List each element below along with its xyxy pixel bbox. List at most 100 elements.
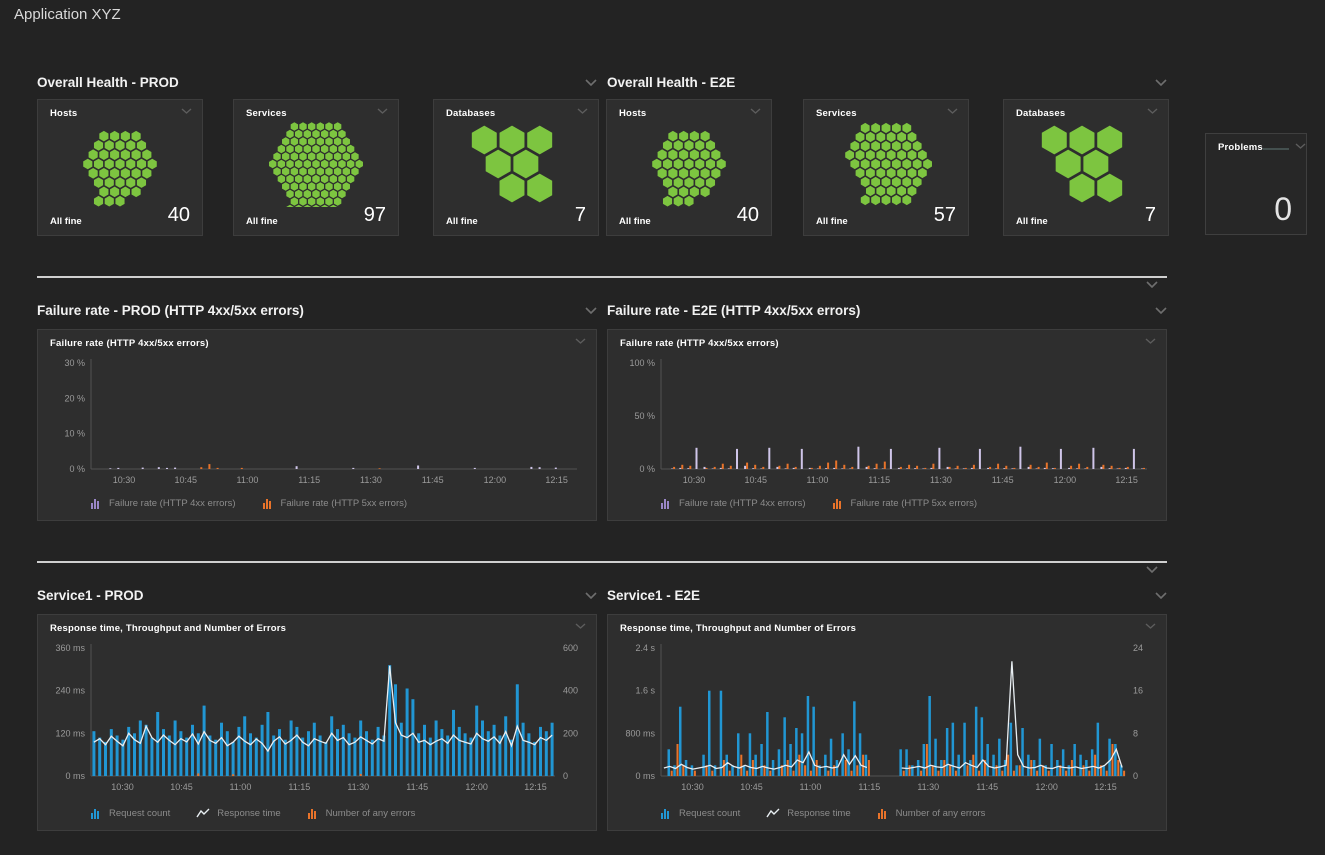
chart-tile-failure-prod[interactable]: Failure rate (HTTP 4xx/5xx errors) 0 %10… xyxy=(37,329,597,521)
tile-title: Hosts xyxy=(50,108,77,119)
legend-item-5xx[interactable]: Failure rate (HTTP 5xx errors) xyxy=(832,497,978,509)
svg-text:11:00: 11:00 xyxy=(229,782,251,792)
svg-text:11:00: 11:00 xyxy=(807,475,829,485)
svg-text:360 ms: 360 ms xyxy=(55,643,85,653)
status-label: All fine xyxy=(816,216,848,227)
tile-services-e2e[interactable]: Services All fine 57 xyxy=(803,99,969,236)
status-label: All fine xyxy=(1016,216,1048,227)
legend-item-4xx[interactable]: Failure rate (HTTP 4xx errors) xyxy=(660,497,806,509)
chevron-down-icon[interactable] xyxy=(1145,623,1156,629)
chevron-down-icon[interactable] xyxy=(1147,108,1158,114)
legend-label: Failure rate (HTTP 5xx errors) xyxy=(851,498,978,509)
service-chart-e2e[interactable]: 0 ms800 ms1.6 s2.4 s08162410:3010:4511:0… xyxy=(615,636,1159,804)
legend-item-response-time[interactable]: Response time xyxy=(766,807,850,819)
section-title-service-e2e: Service1 - E2E xyxy=(607,588,700,603)
chevron-down-icon[interactable] xyxy=(585,307,597,314)
legend-item-request-count[interactable]: Request count xyxy=(90,807,170,819)
svg-text:12:00: 12:00 xyxy=(1054,475,1077,485)
tile-services-prod[interactable]: Services All fine 97 xyxy=(233,99,399,236)
honeycomb-databases xyxy=(1011,121,1161,207)
chevron-down-icon[interactable] xyxy=(947,108,958,114)
chart-tile-failure-e2e[interactable]: Failure rate (HTTP 4xx/5xx errors) 0 %50… xyxy=(607,329,1167,521)
legend-item-5xx[interactable]: Failure rate (HTTP 5xx errors) xyxy=(262,497,408,509)
honeycomb-databases xyxy=(441,121,591,207)
legend-label: Failure rate (HTTP 4xx errors) xyxy=(679,498,806,509)
svg-text:11:45: 11:45 xyxy=(992,475,1014,485)
tile-hosts-e2e[interactable]: Hosts All fine 40 xyxy=(606,99,772,236)
bar-chart-icon xyxy=(832,497,845,509)
svg-text:11:00: 11:00 xyxy=(799,782,821,792)
chart-tile-service-prod[interactable]: Response time, Throughput and Number of … xyxy=(37,614,597,831)
entity-count: 7 xyxy=(1145,204,1156,227)
svg-text:10:30: 10:30 xyxy=(111,782,134,792)
chevron-down-icon[interactable] xyxy=(750,108,761,114)
bar-chart-icon xyxy=(660,807,673,819)
svg-text:11:30: 11:30 xyxy=(360,475,382,485)
bar-chart-icon xyxy=(90,497,103,509)
entity-count: 40 xyxy=(168,204,190,227)
chevron-down-icon[interactable] xyxy=(1155,307,1167,314)
failure-rate-chart-e2e[interactable]: 0 %50 %100 %10:3010:4511:0011:1511:3011:… xyxy=(615,351,1159,497)
service-chart-prod[interactable]: 0 ms120 ms240 ms360 ms020040060010:3010:… xyxy=(45,636,589,804)
tile-databases-prod[interactable]: Databases All fine 7 xyxy=(433,99,599,236)
svg-text:16: 16 xyxy=(1133,686,1143,696)
chevron-down-icon[interactable] xyxy=(377,108,388,114)
section-divider xyxy=(37,276,1167,278)
svg-text:20 %: 20 % xyxy=(64,393,85,403)
failure-rate-chart-prod[interactable]: 0 %10 %20 %30 %10:3010:4511:0011:1511:30… xyxy=(45,351,589,497)
svg-text:12:00: 12:00 xyxy=(465,782,488,792)
entity-count: 57 xyxy=(934,204,956,227)
svg-text:8: 8 xyxy=(1133,728,1138,738)
status-label: All fine xyxy=(619,216,651,227)
tile-problems[interactable]: Problems 0 xyxy=(1205,133,1307,235)
problems-count: 0 xyxy=(1274,191,1292,228)
chevron-down-icon[interactable] xyxy=(1146,566,1158,573)
svg-text:12:00: 12:00 xyxy=(1035,782,1058,792)
legend-item-request-count[interactable]: Request count xyxy=(660,807,740,819)
status-label: All fine xyxy=(246,216,278,227)
bar-chart-icon xyxy=(877,807,890,819)
svg-text:10:30: 10:30 xyxy=(683,475,706,485)
chevron-down-icon[interactable] xyxy=(1145,338,1156,344)
svg-text:12:00: 12:00 xyxy=(484,475,507,485)
bar-chart-icon xyxy=(660,497,673,509)
honeycomb-services xyxy=(811,121,961,207)
legend-item-errors[interactable]: Number of any errors xyxy=(307,807,416,819)
tile-title: Services xyxy=(246,108,287,119)
svg-text:0: 0 xyxy=(1133,771,1138,781)
bar-chart-icon xyxy=(90,807,103,819)
svg-text:600: 600 xyxy=(563,643,578,653)
svg-text:0 ms: 0 ms xyxy=(635,771,655,781)
chevron-down-icon[interactable] xyxy=(1146,281,1158,288)
svg-text:11:30: 11:30 xyxy=(917,782,939,792)
svg-text:11:15: 11:15 xyxy=(868,475,890,485)
chevron-down-icon[interactable] xyxy=(575,623,586,629)
svg-text:11:15: 11:15 xyxy=(298,475,320,485)
line-chart-icon xyxy=(766,807,781,819)
svg-text:0 %: 0 % xyxy=(639,464,655,474)
tile-title: Hosts xyxy=(619,108,646,119)
section-title-health-prod: Overall Health - PROD xyxy=(37,75,179,90)
legend-item-4xx[interactable]: Failure rate (HTTP 4xx errors) xyxy=(90,497,236,509)
problems-sparkline xyxy=(1263,148,1289,150)
tile-title: Databases xyxy=(446,108,495,119)
dashboard: Application XYZ Overall Health - PROD Ov… xyxy=(0,0,1325,855)
chevron-down-icon[interactable] xyxy=(1155,592,1167,599)
legend-item-response-time[interactable]: Response time xyxy=(196,807,280,819)
chevron-down-icon[interactable] xyxy=(1155,79,1167,86)
chevron-down-icon[interactable] xyxy=(585,592,597,599)
honeycomb-hosts xyxy=(45,121,195,207)
chevron-down-icon[interactable] xyxy=(577,108,588,114)
chevron-down-icon[interactable] xyxy=(1295,143,1306,149)
tile-databases-e2e[interactable]: Databases All fine 7 xyxy=(1003,99,1169,236)
chart-tile-service-e2e[interactable]: Response time, Throughput and Number of … xyxy=(607,614,1167,831)
chevron-down-icon[interactable] xyxy=(575,338,586,344)
svg-text:11:00: 11:00 xyxy=(237,475,259,485)
tile-hosts-prod[interactable]: Hosts All fine 40 xyxy=(37,99,203,236)
chevron-down-icon[interactable] xyxy=(585,79,597,86)
chevron-down-icon[interactable] xyxy=(181,108,192,114)
svg-text:240 ms: 240 ms xyxy=(55,686,85,696)
legend-item-errors[interactable]: Number of any errors xyxy=(877,807,986,819)
honeycomb-hosts xyxy=(614,121,764,207)
svg-text:11:15: 11:15 xyxy=(288,782,310,792)
